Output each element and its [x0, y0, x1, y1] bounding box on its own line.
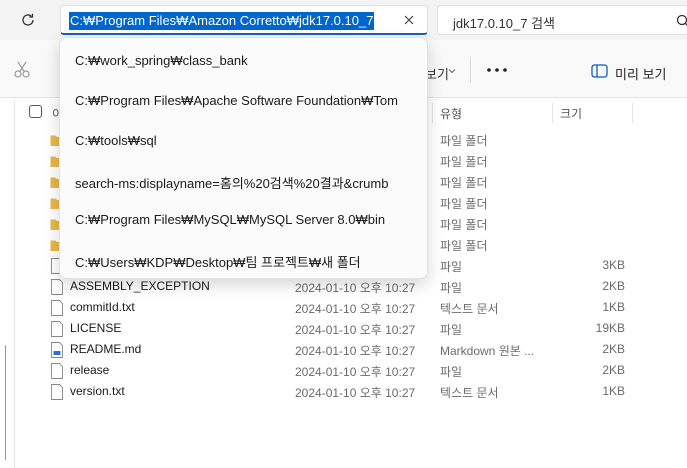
file-type: 텍스트 문서	[440, 386, 499, 400]
file-name: LICENSE	[70, 321, 122, 335]
file-date: 2024-01-10 오후 10:27	[295, 281, 416, 295]
select-all-checkbox[interactable]	[29, 105, 42, 118]
file-row[interactable]: LICENSE 2024-01-10 오후 10:27 파일 19KB	[0, 318, 687, 339]
file-type: Markdown 원본 ...	[440, 344, 535, 358]
search-box[interactable]: jdk17.0.10_7 검색	[437, 5, 687, 35]
file-size: 1KB	[602, 384, 625, 398]
history-item-label: C:₩Users₩KDP₩Desktop₩팀 프로젝트₩새 폴더	[75, 255, 361, 270]
toolbar-divider	[470, 57, 471, 83]
file-icon	[51, 321, 63, 337]
column-divider[interactable]	[432, 103, 433, 123]
file-icon	[51, 384, 63, 400]
file-name: version.txt	[70, 384, 125, 398]
preview-pane-button[interactable]: 미리 보기	[615, 64, 666, 83]
column-size-header[interactable]: 크기	[560, 105, 582, 122]
file-date: 2024-01-10 오후 10:27	[295, 365, 416, 379]
file-name: ASSEMBLY_EXCEPTION	[70, 279, 210, 293]
file-row[interactable]: commitId.txt 2024-01-10 오후 10:27 텍스트 문서 1KB	[0, 297, 687, 318]
history-item[interactable]: C:₩Users₩KDP₩Desktop₩팀 프로젝트₩새 폴더	[60, 240, 427, 278]
file-size: 19KB	[595, 321, 625, 335]
file-row[interactable]: ASSEMBLY_EXCEPTION 2024-01-10 오후 10:27 파일 2…	[0, 276, 687, 297]
address-input[interactable]: C:₩Program Files₩Amazon Corretto₩jdk17.0…	[69, 12, 375, 30]
file-type: 파일	[440, 281, 463, 295]
file-type: 파일 폴더	[440, 155, 488, 169]
file-type: 파일 폴더	[440, 176, 488, 190]
history-item[interactable]: C:₩Program Files₩MySQL₩MySQL Server 8.0₩…	[60, 200, 427, 240]
file-date: 2024-01-10 오후 10:27	[295, 344, 416, 358]
file-type: 파일 폴더	[440, 197, 488, 211]
history-item-label: search-ms:displayname=홈의%20검색%20결과&crumb	[75, 176, 389, 191]
file-size: 2KB	[602, 363, 625, 377]
file-type: 파일 폴더	[440, 218, 488, 232]
file-icon	[51, 300, 63, 316]
file-row[interactable]: release 2024-01-10 오후 10:27 파일 2KB	[0, 360, 687, 381]
top-bar: C:₩Program Files₩Amazon Corretto₩jdk17.0…	[0, 0, 687, 40]
history-item[interactable]: C:₩Program Files₩Apache Software Foundat…	[60, 81, 427, 121]
view-menu-button[interactable]: 보기	[425, 64, 449, 83]
file-size: 1KB	[602, 300, 625, 314]
file-date: 2024-01-10 오후 10:27	[295, 302, 416, 316]
file-size: 3KB	[602, 258, 625, 272]
scissors-icon[interactable]	[12, 60, 32, 80]
file-icon	[51, 363, 63, 379]
file-size: 2KB	[602, 342, 625, 356]
markdown-file-icon	[51, 342, 63, 358]
file-type: 파일	[440, 365, 463, 379]
history-item-label: C:₩work_spring₩class_bank	[75, 53, 248, 68]
refresh-icon	[22, 13, 34, 26]
history-item-label: C:₩tools₩sql	[75, 133, 157, 148]
column-type-header[interactable]: 유형	[440, 105, 462, 122]
file-icon	[51, 279, 63, 295]
history-item-label: C:₩Program Files₩MySQL₩MySQL Server 8.0₩…	[75, 212, 386, 227]
address-bar[interactable]: C:₩Program Files₩Amazon Corretto₩jdk17.0…	[60, 5, 428, 35]
more-icon[interactable]	[486, 67, 508, 73]
address-history-dropdown: C:₩work_spring₩class_bank C:₩Program Fil…	[59, 37, 428, 279]
file-name: commitId.txt	[70, 300, 135, 314]
file-type: 파일	[440, 260, 463, 274]
preview-pane-icon[interactable]	[591, 64, 608, 78]
file-name: release	[70, 363, 110, 377]
search-icon[interactable]	[676, 14, 687, 28]
search-input[interactable]: jdk17.0.10_7 검색	[453, 13, 555, 32]
history-item-label: C:₩Program Files₩Apache Software Foundat…	[75, 93, 398, 108]
file-row[interactable]: version.txt 2024-01-10 오후 10:27 텍스트 문서 1KB	[0, 381, 687, 402]
file-type: 파일	[440, 323, 463, 337]
file-type: 파일 폴더	[440, 239, 488, 253]
file-size: 2KB	[602, 279, 625, 293]
column-divider[interactable]	[632, 103, 633, 123]
file-type: 파일 폴더	[440, 134, 488, 148]
history-item[interactable]: C:₩tools₩sql	[60, 121, 427, 161]
file-date: 2024-01-10 오후 10:27	[295, 323, 416, 337]
chevron-down-icon	[448, 69, 456, 74]
history-item[interactable]: search-ms:displayname=홈의%20검색%20결과&crumb	[60, 161, 427, 201]
history-item[interactable]: C:₩work_spring₩class_bank	[60, 41, 427, 81]
close-icon	[404, 15, 414, 25]
file-row[interactable]: README.md 2024-01-10 오후 10:27 Markdown 원본 …	[0, 339, 687, 360]
file-name: README.md	[70, 342, 142, 356]
column-divider[interactable]	[552, 103, 553, 123]
file-type: 텍스트 문서	[440, 302, 499, 316]
clear-address-button[interactable]	[401, 12, 417, 28]
file-date: 2024-01-10 오후 10:27	[295, 386, 416, 400]
refresh-button[interactable]	[16, 9, 40, 31]
